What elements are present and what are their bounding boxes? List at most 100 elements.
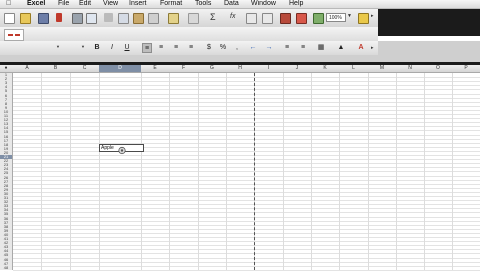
- undo-icon[interactable]: [168, 13, 179, 24]
- help-icon[interactable]: [358, 13, 369, 24]
- row-gridline: [13, 216, 480, 218]
- open-folder-icon[interactable]: [20, 13, 31, 24]
- busy-cursor-icon: [118, 146, 126, 155]
- apple-icon[interactable]: : [6, 0, 11, 8]
- row-gridline: [13, 81, 480, 83]
- menu-insert[interactable]: Insert: [129, 0, 147, 8]
- select-all-corner[interactable]: ●: [0, 65, 12, 72]
- menu-edit[interactable]: Edit: [79, 0, 91, 8]
- flag-icon[interactable]: [56, 13, 62, 22]
- print-icon[interactable]: [72, 13, 83, 24]
- row-gridline: [13, 208, 480, 210]
- sort-ascending-icon[interactable]: [246, 13, 257, 24]
- column-gridline: [198, 73, 199, 270]
- menu-app[interactable]: Excel: [27, 0, 45, 8]
- column-header-f[interactable]: F: [169, 65, 198, 72]
- column-gridline: [311, 73, 312, 270]
- column-gridline: [99, 73, 100, 270]
- row-gridline: [13, 245, 480, 247]
- increase-decimal-icon[interactable]: ←: [248, 43, 258, 53]
- decrease-decimal-icon[interactable]: →: [264, 43, 274, 53]
- menu-tools[interactable]: Tools: [195, 0, 211, 8]
- column-header-g[interactable]: G: [198, 65, 226, 72]
- row-header[interactable]: 48: [0, 265, 12, 270]
- chevron-down-icon[interactable]: ▼: [347, 13, 352, 19]
- toolbar-overflow-icon[interactable]: ▸: [371, 13, 374, 19]
- comma-icon[interactable]: ,: [232, 43, 242, 53]
- column-gridline: [424, 73, 425, 270]
- red-line-icon: [8, 34, 13, 36]
- align-left-icon[interactable]: ≡: [142, 43, 152, 53]
- align-center-icon[interactable]: ≡: [156, 43, 166, 53]
- borders-icon[interactable]: ▦: [316, 43, 326, 53]
- window-background: [378, 9, 480, 36]
- cut-icon[interactable]: [104, 13, 113, 22]
- drawing-icon[interactable]: [313, 13, 324, 24]
- row-gridline: [13, 89, 480, 91]
- column-gridline: [41, 73, 42, 270]
- align-right-icon[interactable]: ≡: [171, 43, 181, 53]
- currency-icon[interactable]: $: [204, 43, 214, 53]
- column-header-d[interactable]: D: [99, 65, 141, 72]
- column-header-n[interactable]: N: [396, 65, 424, 72]
- print-preview-icon[interactable]: [86, 13, 97, 24]
- gallery-icon[interactable]: [296, 13, 307, 24]
- font-color-icon[interactable]: A: [356, 43, 366, 53]
- row-gridline: [13, 85, 480, 87]
- menu-window[interactable]: Window: [251, 0, 276, 8]
- column-header-a[interactable]: A: [13, 65, 41, 72]
- fill-color-icon[interactable]: ▲: [336, 43, 346, 53]
- underline-button[interactable]: U: [122, 43, 132, 53]
- percent-icon[interactable]: %: [218, 43, 228, 53]
- page-break-line: [254, 73, 255, 270]
- column-header-m[interactable]: M: [368, 65, 396, 72]
- row-gridline: [13, 77, 480, 79]
- chart-wizard-icon[interactable]: [280, 13, 291, 24]
- row-gridline: [13, 114, 480, 115]
- row-gridline: [13, 204, 480, 206]
- column-gridline: [452, 73, 453, 270]
- bold-button[interactable]: B: [92, 43, 102, 53]
- row-gridline: [13, 142, 480, 144]
- paste-icon[interactable]: [133, 13, 144, 24]
- chevron-down-icon: ▼: [81, 44, 85, 49]
- column-header-l[interactable]: L: [339, 65, 368, 72]
- column-header-h[interactable]: H: [226, 65, 254, 72]
- column-header-k[interactable]: K: [311, 65, 339, 72]
- zoom-select[interactable]: 100%: [326, 13, 346, 22]
- row-gridline: [13, 257, 480, 259]
- column-header-j[interactable]: J: [283, 65, 311, 72]
- italic-button[interactable]: I: [107, 43, 117, 53]
- format-painter-icon[interactable]: [148, 13, 159, 24]
- column-header-o[interactable]: O: [424, 65, 452, 72]
- redo-icon[interactable]: [188, 13, 199, 24]
- save-icon[interactable]: [38, 13, 49, 24]
- column-header-b[interactable]: B: [41, 65, 70, 72]
- toolbar-overflow-icon[interactable]: ▸: [371, 45, 374, 51]
- autosum-icon[interactable]: Σ: [210, 12, 216, 22]
- column-header-p[interactable]: P: [452, 65, 480, 72]
- sort-descending-icon[interactable]: [262, 13, 273, 24]
- new-document-icon[interactable]: [4, 13, 15, 24]
- function-icon[interactable]: fx: [230, 13, 235, 20]
- palette-toolbar: [0, 27, 378, 42]
- row-gridline: [13, 265, 480, 267]
- column-header-c[interactable]: C: [70, 65, 99, 72]
- menu-view[interactable]: View: [103, 0, 118, 8]
- row-gridline: [13, 171, 480, 173]
- copy-icon[interactable]: [118, 13, 129, 24]
- menu-data[interactable]: Data: [224, 0, 239, 8]
- palette-swatch[interactable]: [4, 29, 24, 41]
- merge-center-icon[interactable]: ≡: [186, 43, 196, 53]
- row-gridline: [13, 126, 480, 128]
- menu-file[interactable]: File: [58, 0, 69, 8]
- row-gridline: [13, 97, 480, 99]
- menu-help[interactable]: Help: [289, 0, 303, 8]
- decrease-indent-icon[interactable]: ≡: [282, 43, 292, 53]
- increase-indent-icon[interactable]: ≡: [298, 43, 308, 53]
- column-header-i[interactable]: I: [254, 65, 283, 72]
- row-gridline: [13, 232, 480, 234]
- row-gridline: [13, 163, 480, 165]
- column-header-e[interactable]: E: [141, 65, 169, 72]
- menu-format[interactable]: Format: [160, 0, 182, 8]
